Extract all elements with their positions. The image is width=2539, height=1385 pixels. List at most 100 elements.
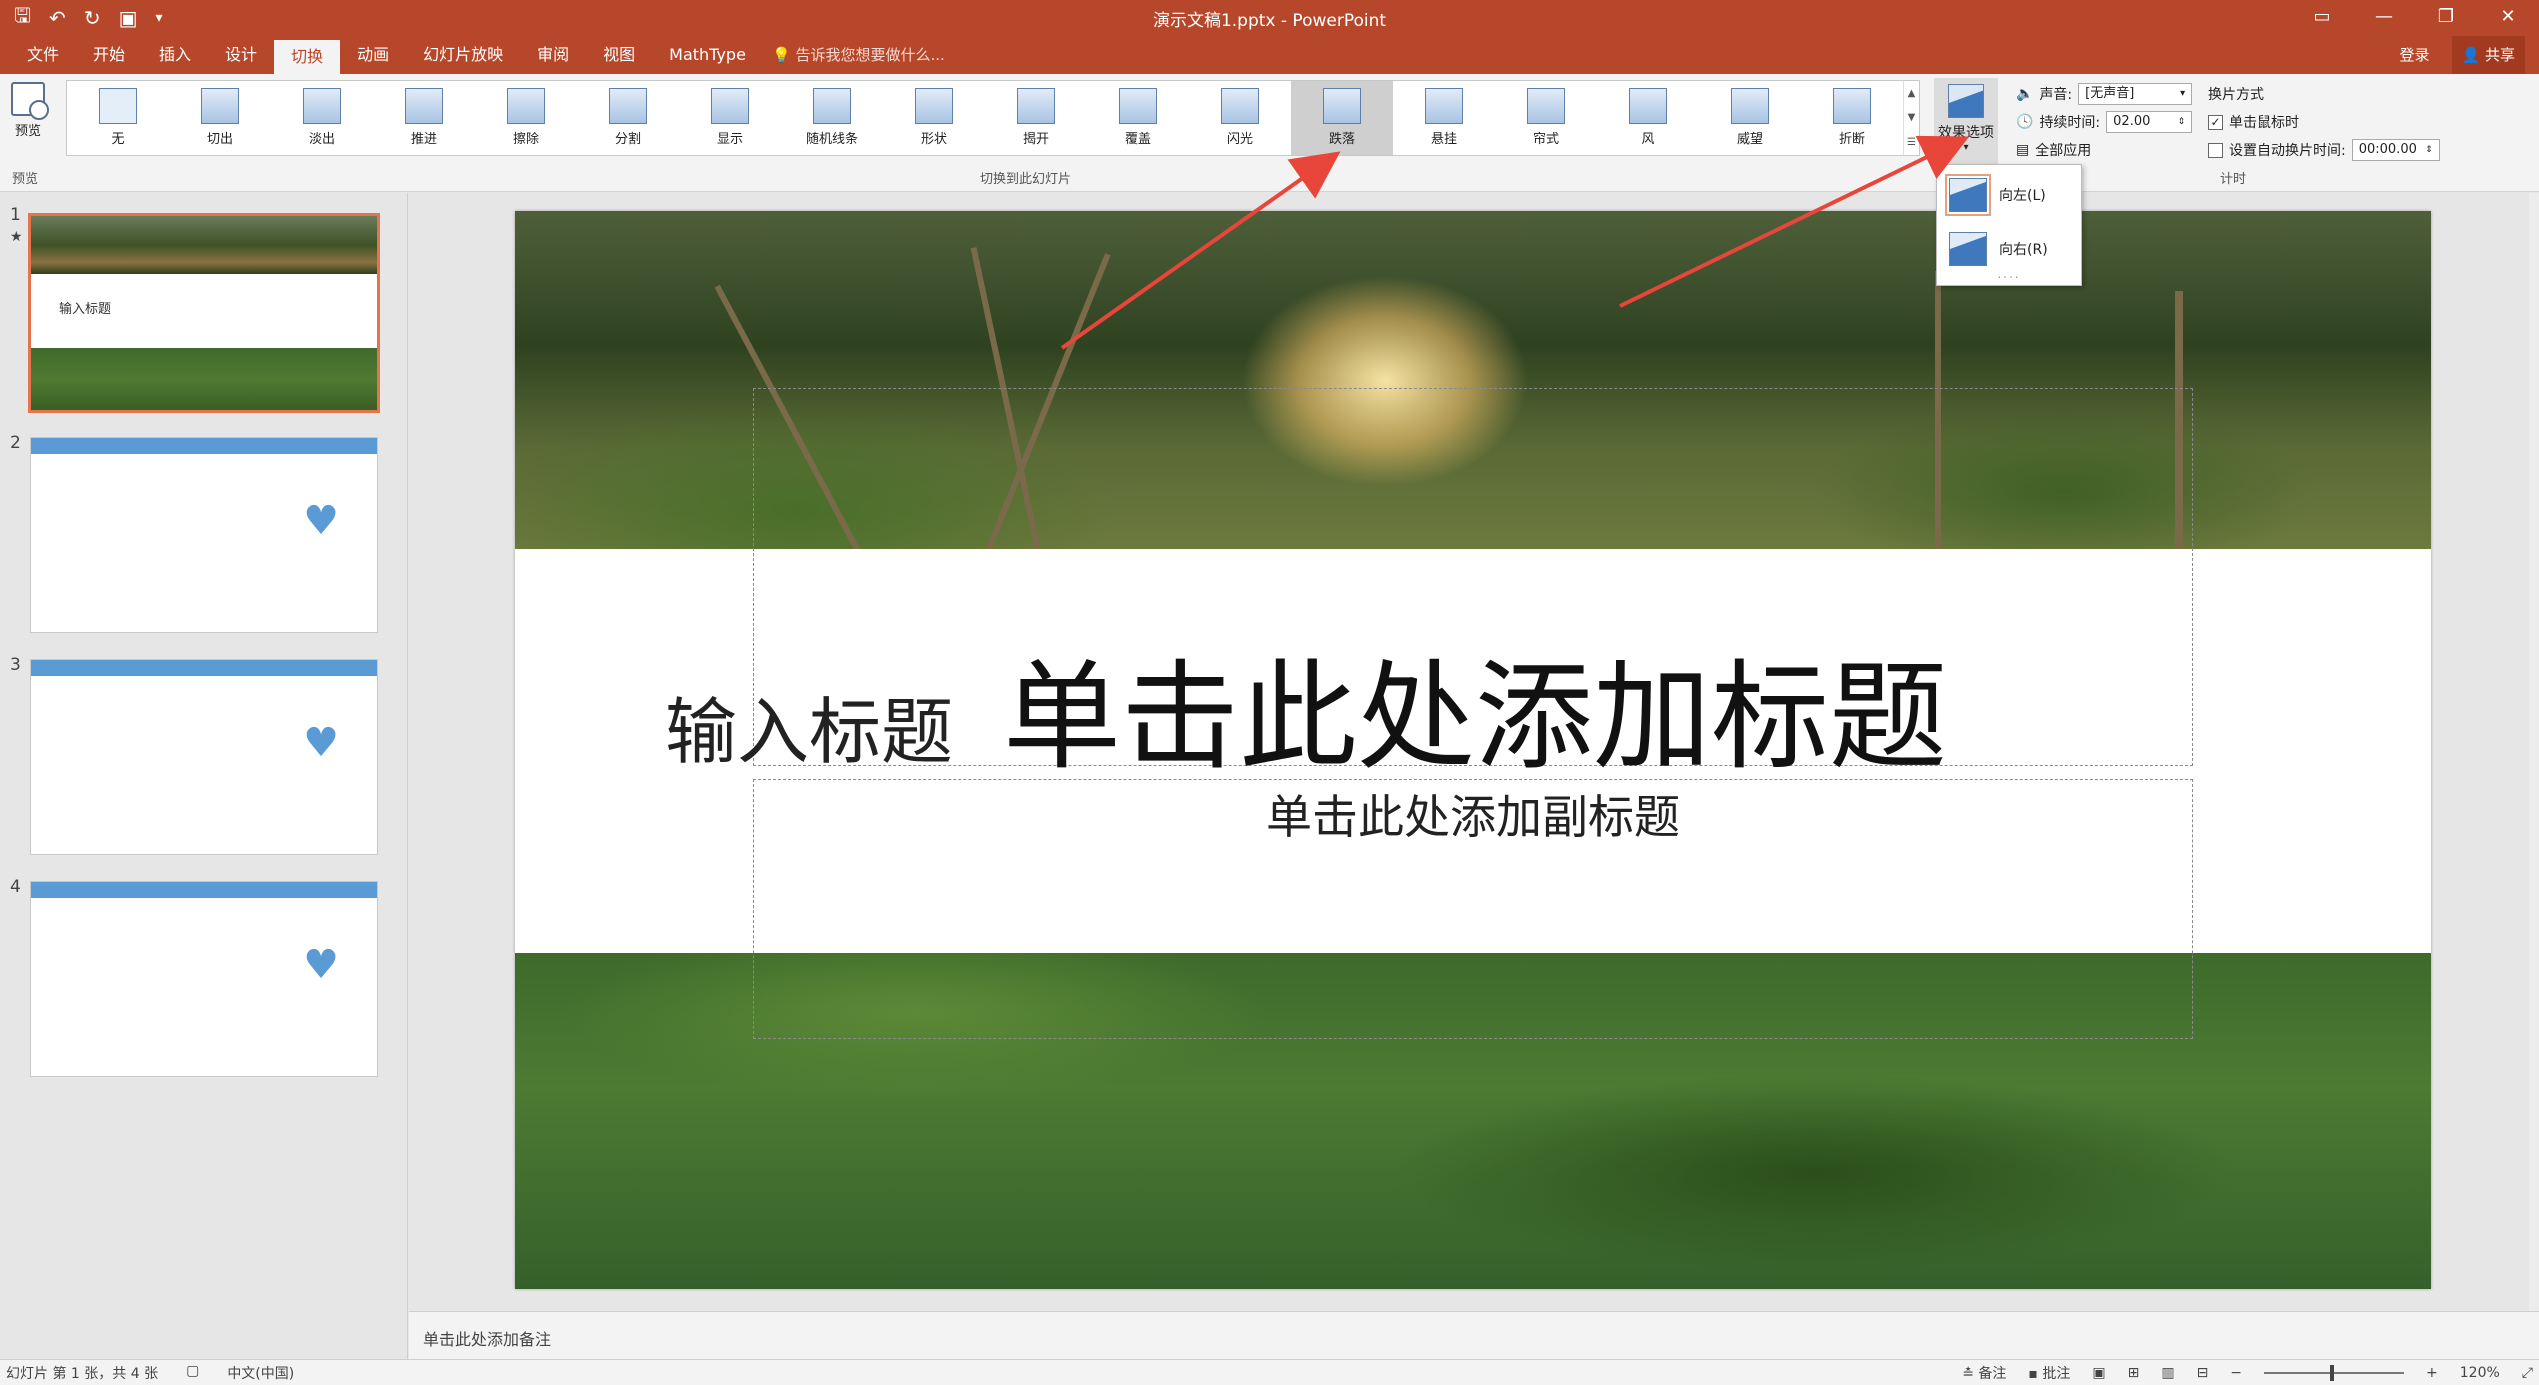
spinner-icon: ⇕ — [2177, 117, 2186, 127]
transition-thumbnail-icon — [1323, 88, 1361, 124]
transition-item[interactable]: 推进 — [373, 81, 475, 155]
tab-slideshow[interactable]: 幻灯片放映 — [406, 36, 520, 74]
slide-subtitle[interactable]: 单击此处添加副标题 — [515, 781, 2431, 847]
slide-thumbnail-4[interactable]: ♥ — [30, 881, 378, 1077]
minimize-icon[interactable]: — — [2353, 0, 2415, 36]
notes-pane[interactable]: 单击此处添加备注 — [409, 1311, 2539, 1359]
close-icon[interactable]: ✕ — [2477, 0, 2539, 36]
ribbon-tabs: 文件 开始 插入 设计 切换 动画 幻灯片放映 审阅 视图 MathType — [10, 36, 763, 74]
transition-item[interactable]: 显示 — [679, 81, 781, 155]
spinner-icon: ⇕ — [2425, 145, 2433, 155]
effect-options-button[interactable]: 效果选项 ▾ — [1934, 78, 1998, 166]
transition-item[interactable]: 切出 — [169, 81, 271, 155]
tab-design[interactable]: 设计 — [208, 36, 274, 74]
transition-item[interactable]: 揭开 — [985, 81, 1087, 155]
restore-icon[interactable]: ❐ — [2415, 0, 2477, 36]
transition-item[interactable]: 闪光 — [1189, 81, 1291, 155]
on-click-checkbox[interactable]: ✓ — [2208, 114, 2223, 130]
transition-thumbnail-icon — [405, 88, 443, 124]
slide-number: 3 — [10, 655, 21, 675]
slide-thumbnail-2[interactable]: ♥ — [30, 437, 378, 633]
after-time-checkbox[interactable] — [2208, 142, 2223, 158]
transition-item[interactable]: 无 — [67, 81, 169, 155]
apply-all-button[interactable]: 全部应用 — [2035, 140, 2091, 160]
transition-label: 随机线条 — [805, 132, 858, 147]
tab-transitions[interactable]: 切换 — [274, 40, 341, 74]
tab-review[interactable]: 审阅 — [520, 36, 586, 74]
gallery-more-icon[interactable]: ☰ — [1907, 137, 1916, 148]
tab-animations[interactable]: 动画 — [340, 36, 406, 74]
effect-option-right[interactable]: 向右(R) — [1945, 227, 2073, 271]
transition-thumbnail-icon — [1833, 88, 1871, 124]
tell-me-text: 告诉我您想要做什么... — [795, 46, 945, 64]
tab-home[interactable]: 开始 — [76, 36, 142, 74]
login-link[interactable]: 登录 — [2400, 36, 2430, 74]
transition-item[interactable]: 悬挂 — [1393, 81, 1495, 155]
slide-number: 2 — [10, 433, 21, 453]
sound-select[interactable]: [无声音] ▾ — [2078, 83, 2193, 105]
transition-label: 推进 — [410, 132, 437, 147]
slide-canvas[interactable]: 输入标题 单击此处添加标题 单击此处添加副标题 — [515, 211, 2431, 1289]
zoom-in-icon[interactable]: + — [2426, 1365, 2438, 1381]
tab-view[interactable]: 视图 — [586, 36, 652, 74]
sound-icon: 🔈 — [2016, 86, 2034, 102]
tell-me-search[interactable]: 💡 告诉我您想要做什么... — [772, 36, 945, 74]
tab-mathtype[interactable]: MathType — [652, 36, 763, 74]
thumbnail-photo-top — [31, 216, 377, 274]
transition-item[interactable]: 形状 — [883, 81, 985, 155]
slide-thumbnail-1[interactable]: 输入标题 — [28, 213, 380, 413]
zoom-slider[interactable] — [2264, 1365, 2405, 1381]
window-title: 演示文稿1.pptx - PowerPoint — [1152, 11, 1387, 31]
slide-count-status: 幻灯片 第 1 张，共 4 张 — [6, 1366, 159, 1382]
transition-thumbnail-icon — [1425, 88, 1463, 124]
transition-item[interactable]: 擦除 — [475, 81, 577, 155]
tab-insert[interactable]: 插入 — [142, 36, 208, 74]
advance-title: 换片方式 — [2208, 87, 2264, 103]
slide-sorter-icon[interactable]: ⊞ — [2128, 1365, 2140, 1381]
share-button[interactable]: 👤 共享 — [2451, 36, 2525, 74]
transition-thumbnail-icon — [99, 88, 137, 124]
gallery-down-icon[interactable]: ▼ — [1908, 112, 1916, 123]
ribbon-display-icon[interactable]: ▭ — [2291, 0, 2353, 36]
language-status[interactable]: 中文(中国) — [227, 1363, 294, 1383]
slide-title[interactable]: 单击此处添加标题 — [1003, 621, 1947, 792]
transition-label: 跌落 — [1328, 132, 1355, 147]
transition-item[interactable]: 跌落 — [1291, 81, 1393, 155]
transition-thumbnail-icon — [1527, 88, 1565, 124]
chevron-down-icon: ▾ — [1963, 142, 1969, 153]
transition-item[interactable]: 覆盖 — [1087, 81, 1189, 155]
notes-toggle-label: 备注 — [1978, 1366, 2007, 1382]
transition-thumbnail-icon — [609, 88, 647, 124]
duration-spinner[interactable]: 02.00 ⇕ — [2106, 111, 2193, 133]
vertical-scrollbar[interactable] — [2529, 193, 2539, 1311]
transition-gallery: 无 切出 淡出 推进 擦除 分割 显示 随机线条 形状 揭开 覆盖 闪光 跌落 悬挂 帘式 风 威望 折断 ▲ ▼… — [66, 80, 1920, 156]
gallery-up-icon[interactable]: ▲ — [1908, 88, 1916, 99]
thumbnail-top-bar — [31, 660, 377, 676]
transition-item[interactable]: 淡出 — [271, 81, 373, 155]
normal-view-icon[interactable]: ▣ — [2092, 1365, 2105, 1381]
transition-item[interactable]: 随机线条 — [781, 81, 883, 155]
transition-item[interactable]: 帘式 — [1495, 81, 1597, 155]
reading-view-icon[interactable]: ▥ — [2161, 1365, 2174, 1381]
menu-resize-grip[interactable]: .... — [1937, 267, 2081, 281]
sound-value: [无声音] — [2085, 86, 2135, 101]
transition-item[interactable]: 折断 — [1801, 81, 1903, 155]
zoom-out-icon[interactable]: − — [2230, 1365, 2242, 1381]
spellcheck-icon[interactable]: ▢ — [186, 1363, 199, 1383]
slide-thumbnail-3[interactable]: ♥ — [30, 659, 378, 855]
transition-item[interactable]: 风 — [1597, 81, 1699, 155]
transition-item[interactable]: 威望 — [1699, 81, 1801, 155]
zoom-slider-thumb[interactable] — [2330, 1365, 2335, 1381]
preview-button[interactable]: 预览 — [6, 82, 50, 139]
effect-option-left-label: 向左(L) — [1999, 188, 2046, 204]
comments-toggle[interactable]: ▪ 批注 — [2028, 1363, 2070, 1383]
transition-item[interactable]: 分割 — [577, 81, 679, 155]
after-time-spinner[interactable]: 00:00.00 ⇕ — [2351, 139, 2440, 161]
fit-slide-icon[interactable]: ⤢ — [2522, 1365, 2533, 1381]
zoom-level[interactable]: 120% — [2460, 1365, 2500, 1381]
tab-file[interactable]: 文件 — [10, 36, 76, 74]
notes-toggle[interactable]: ≛ 备注 — [1962, 1363, 2006, 1383]
effect-option-left[interactable]: 向左(L) — [1945, 173, 2073, 217]
slideshow-view-icon[interactable]: ⊟ — [2197, 1365, 2209, 1381]
transition-thumbnail-icon — [813, 88, 851, 124]
